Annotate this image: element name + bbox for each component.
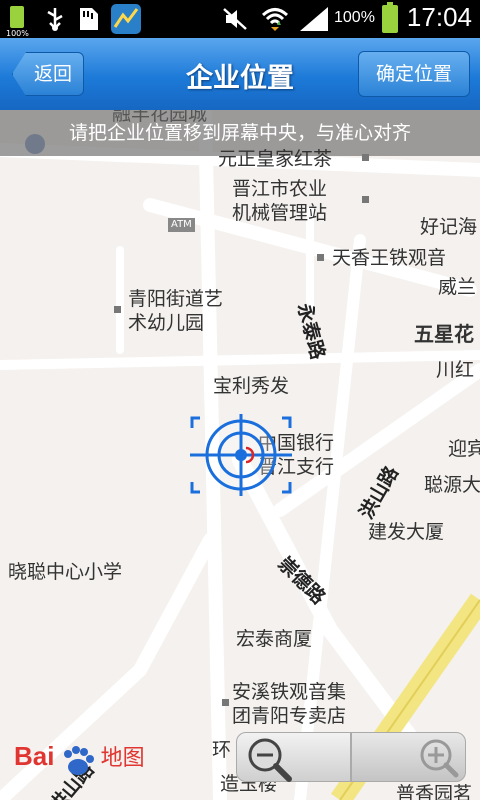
battery-icon: 100% [6, 4, 29, 38]
poi-label: 术幼儿园 [128, 312, 205, 334]
app-notification-icon [111, 4, 141, 34]
poi-label: 机械管理站 [232, 202, 328, 224]
atm-icon: ATM [168, 218, 195, 232]
mute-icon [223, 8, 247, 30]
baidu-map-logo: Bai 地图 [14, 740, 145, 780]
poi-label: 晋江市农业 [232, 178, 328, 200]
zoom-out-icon [248, 738, 292, 782]
zoom-out-button[interactable] [236, 732, 351, 782]
zoom-in-button[interactable] [351, 732, 466, 782]
poi-label: 融丰花园城 [112, 110, 208, 125]
crosshair-icon [190, 414, 292, 496]
poi-label: 普香园茗 [396, 783, 473, 800]
poi-label: 好记海 [420, 216, 478, 238]
wifi-icon [261, 8, 289, 31]
poi-label: 建发大厦 [368, 521, 445, 543]
poi-label: 团青阳专卖店 [232, 705, 347, 727]
usb-icon [47, 8, 63, 31]
poi-label: 天香王铁观音 [332, 247, 447, 269]
signal-icon [300, 7, 328, 31]
poi-label: 晓聪中心小学 [8, 561, 123, 583]
battery-full-icon [382, 2, 398, 33]
poi-label: 宏泰商厦 [236, 628, 313, 650]
poi-label: 宝利秀发 [213, 375, 290, 397]
sd-card-icon [80, 8, 98, 30]
poi-label: 环 [212, 739, 232, 761]
poi-label: 五星花 [414, 322, 474, 346]
confirm-location-button[interactable]: 确定位置 [358, 51, 470, 97]
title-bar: 返回 企业位置 确定位置 [0, 38, 480, 110]
clock: 17:04 [406, 2, 472, 32]
poi-label: 安溪铁观音集 [232, 681, 347, 703]
map-view[interactable]: 请把企业位置移到屏幕中央，与准心对齐 融丰花园城 元正皇家红茶 晋江市农业 机械… [0, 110, 480, 800]
poi-label: 聪源大 [424, 474, 480, 496]
poi-label: 元正皇家红茶 [218, 148, 333, 170]
status-bar: 100% 100% 17:04 [0, 0, 480, 38]
poi-label: 迎宾 [448, 438, 480, 460]
poi-label: 川红 [436, 359, 475, 381]
zoom-in-icon [420, 739, 459, 778]
poi-label: 青阳街道艺 [128, 288, 224, 310]
poi-label: 威兰 [438, 276, 477, 298]
battery-percent: 100% [334, 9, 375, 26]
